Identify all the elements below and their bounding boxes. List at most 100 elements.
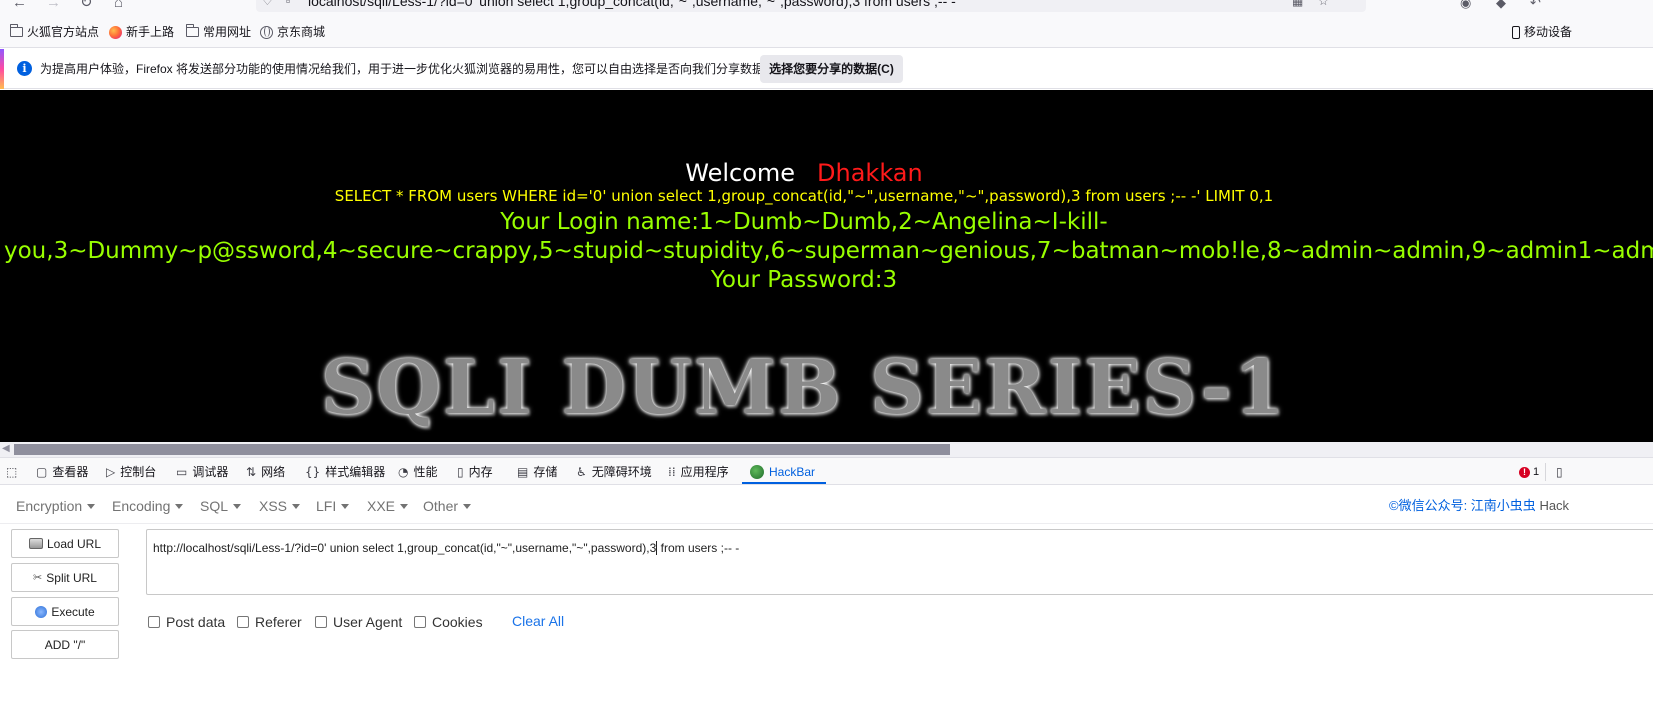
storage-icon: ▤ (517, 465, 529, 479)
network-icon: ⇅ (246, 465, 257, 479)
bookmarks-bar: 火狐官方站点 新手上路 常用网址 京东商城 移动设备 (0, 14, 1653, 48)
page-content: Welcome Dhakkan SELECT * FROM users WHERE… (0, 90, 1653, 442)
caret-down-icon (292, 504, 301, 509)
login-name-line-1: Your Login name:1~Dumb~Dumb,2~Angelina~I… (500, 209, 1108, 235)
performance-icon: ◔ (398, 465, 409, 479)
hackbar-icon (750, 465, 764, 479)
notification-stripe (0, 49, 4, 89)
star-icon[interactable]: ☆ (1318, 0, 1329, 7)
menu-xss[interactable]: XSS (259, 498, 301, 514)
tab-debugger[interactable]: ▭ 调试器 (176, 465, 228, 479)
scrollbar-thumb[interactable] (14, 444, 950, 455)
sync-icon[interactable]: ↶ (1530, 0, 1541, 11)
caret-down-icon (341, 504, 350, 509)
tab-network[interactable]: ⇅ 网络 (246, 465, 285, 479)
tab-application[interactable]: ⁞⁞ 应用程序 (668, 465, 729, 479)
bookmark-jd-mall[interactable]: 京东商城 (260, 25, 325, 39)
inspector-icon: ▢ (36, 465, 48, 479)
style-editor-icon: {} (305, 465, 321, 479)
load-url-button[interactable]: Load URL (11, 529, 119, 558)
element-picker[interactable]: ⬚ (6, 465, 17, 479)
sql-query: SELECT * FROM users WHERE id='0' union s… (334, 187, 1274, 205)
checkbox-box[interactable] (315, 616, 327, 628)
qr-code-icon[interactable]: ▦ (1292, 0, 1303, 7)
scroll-left-icon[interactable]: ◀ (2, 443, 10, 455)
hackbar-menu: Encryption Encoding SQL XSS LFI XXE Othe… (0, 486, 1653, 524)
error-count-badge[interactable]: ! 1 (1519, 466, 1539, 478)
tab-accessibility[interactable]: ♿ 无障碍环境 (576, 465, 652, 479)
accessibility-icon: ♿ (576, 465, 587, 479)
menu-xxe[interactable]: XXE (367, 498, 409, 514)
dock-options[interactable]: ▯ (1556, 465, 1563, 479)
welcome-text: Welcome (685, 159, 796, 187)
checkbox-box[interactable] (148, 616, 160, 628)
welcome-line: Welcome Dhakkan (0, 158, 1608, 188)
mobile-icon (1512, 25, 1520, 39)
tab-storage[interactable]: ▤ 存储 (517, 465, 557, 479)
tab-style-editor[interactable]: {} 样式编辑器 (305, 465, 385, 479)
address-bar[interactable]: ♡ ▫ localhost/sqli/Less-1/?id=0' union s… (256, 0, 1366, 12)
bookmark-firefox-official[interactable]: 火狐官方站点 (10, 24, 99, 39)
browser-toolbar: ← → ↻ ⌂ ♡ ▫ localhost/sqli/Less-1/?id=0'… (0, 0, 1653, 14)
page-icon[interactable]: ▫ (286, 0, 290, 7)
error-icon: ! (1519, 466, 1530, 478)
tab-inspector[interactable]: ▢ 查看器 (36, 465, 88, 479)
tab-memory[interactable]: ▯ 内存 (457, 465, 493, 479)
home-icon[interactable]: ⌂ (114, 0, 123, 11)
checkbox-box[interactable] (414, 616, 426, 628)
application-icon: ⁞⁞ (668, 465, 676, 479)
url-textarea[interactable]: http://localhost/sqli/Less-1/?id=0' unio… (146, 529, 1653, 595)
folder-icon (10, 24, 23, 37)
tab-hackbar[interactable]: HackBar (750, 465, 815, 479)
toolbar-separator (1545, 463, 1546, 481)
menu-sql[interactable]: SQL (200, 498, 242, 514)
active-tab-indicator (742, 482, 826, 484)
folder-icon (186, 24, 199, 37)
add-slash-button[interactable]: ADD "/" (11, 630, 119, 659)
user-agent-checkbox[interactable]: User Agent (315, 614, 402, 630)
account-icon[interactable]: ◉ (1460, 0, 1471, 11)
console-icon: ▷ (106, 465, 116, 479)
notification-text: 为提高用户体验，Firefox 将发送部分功能的使用情况给我们，用于进一步优化火… (40, 62, 777, 76)
hackbar-credit: ©微信公众号: 江南小虫虫 Hack (1389, 498, 1570, 513)
series-banner: SQLI DUMB SERIES-1 (321, 345, 1287, 431)
split-url-button[interactable]: ✂ Split URL (11, 563, 119, 592)
referer-checkbox[interactable]: Referer (237, 614, 302, 630)
clear-all-link[interactable]: Clear All (512, 613, 564, 629)
bookmark-getting-started[interactable]: 新手上路 (109, 25, 174, 39)
hackbar-panel: Load URL ✂ Split URL Execute ADD "/" htt… (0, 525, 1653, 711)
forward-icon[interactable]: → (46, 0, 61, 11)
globe-icon (260, 25, 273, 39)
menu-encoding[interactable]: Encoding (112, 498, 184, 514)
menu-encryption[interactable]: Encryption (16, 498, 96, 514)
shield-icon[interactable]: ♡ (262, 0, 273, 7)
tab-console[interactable]: ▷ 控制台 (106, 465, 156, 479)
pick-element-icon: ⬚ (6, 465, 18, 479)
tab-performance[interactable]: ◔ 性能 (398, 465, 438, 479)
menu-lfi[interactable]: LFI (316, 498, 350, 514)
url-input-text[interactable]: http://localhost/sqli/Less-1/?id=0' unio… (153, 540, 739, 556)
memory-icon: ▯ (457, 465, 464, 479)
extensions-icon[interactable]: ◆ (1496, 0, 1506, 11)
post-data-checkbox[interactable]: Post data (148, 614, 225, 630)
caret-down-icon (233, 504, 242, 509)
dock-icon: ▯ (1556, 465, 1563, 479)
caret-down-icon (463, 504, 472, 509)
password-line: Your Password:3 (710, 267, 898, 293)
reload-icon[interactable]: ↻ (80, 0, 93, 11)
load-icon (28, 538, 43, 549)
firefox-icon (109, 25, 122, 39)
checkbox-box[interactable] (237, 616, 249, 628)
scissors-icon: ✂ (33, 571, 43, 584)
execute-button[interactable]: Execute (11, 597, 119, 626)
caret-down-icon (175, 504, 184, 509)
share-data-button[interactable]: 选择您要分享的数据(C) (760, 55, 903, 83)
back-icon[interactable]: ← (12, 0, 27, 11)
debugger-icon: ▭ (176, 465, 188, 479)
mobile-bookmarks[interactable]: 移动设备 (1512, 25, 1572, 39)
url-text[interactable]: localhost/sqli/Less-1/?id=0' union selec… (308, 0, 956, 8)
menu-other[interactable]: Other (423, 498, 472, 514)
cookies-checkbox[interactable]: Cookies (414, 614, 483, 630)
horizontal-scrollbar[interactable]: ◀ (0, 442, 1653, 457)
bookmark-common-sites[interactable]: 常用网址 (186, 24, 251, 39)
